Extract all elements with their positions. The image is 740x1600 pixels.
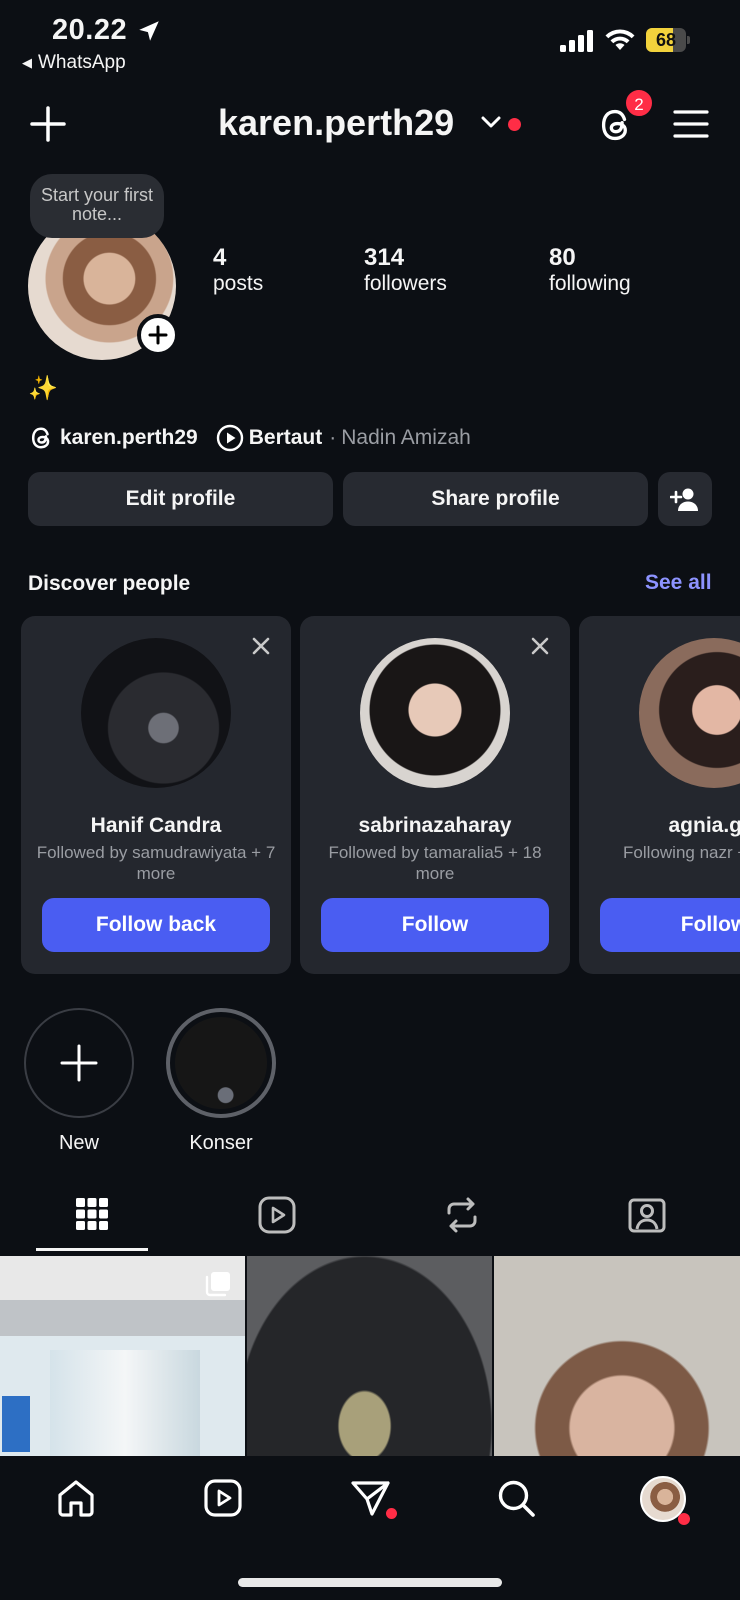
play-circle-icon[interactable] [216,424,244,452]
stat-label: following [549,272,631,295]
stat-label: posts [213,272,264,295]
battery-indicator: 68 [646,28,690,52]
edit-profile-button[interactable]: Edit profile [28,472,333,526]
music-song[interactable]: Bertaut [249,426,323,450]
highlight-label: New [58,1132,99,1154]
post-image-detail [50,1350,200,1456]
suggestion-avatar[interactable] [360,638,510,788]
nav-home[interactable] [56,1478,96,1518]
location-arrow-icon [139,21,159,41]
dismiss-icon[interactable] [249,634,273,658]
add-person-icon [670,488,698,511]
reels-icon [258,1196,296,1234]
back-triangle-icon: ◀ [22,55,32,70]
search-icon [498,1480,535,1517]
post-thumbnail[interactable] [247,1256,492,1456]
stat-followers[interactable]: 314 followers [364,244,447,296]
plus-icon [60,1044,98,1082]
tab-tagged[interactable] [628,1196,666,1234]
tab-reposts[interactable] [444,1196,480,1234]
profile-links-row: karen.perth29 Bertaut · Nadin Amizah [28,424,471,452]
threads-icon[interactable] [28,425,54,451]
music-artist[interactable]: Nadin Amizah [341,426,471,450]
threads-handle[interactable]: karen.perth29 [60,426,198,450]
stat-following[interactable]: 80 following [549,244,631,296]
chevron-down-icon[interactable] [480,114,502,130]
suggestion-name[interactable]: agnia.gia [579,814,740,838]
signal-icon [560,30,593,52]
discover-people-toggle[interactable] [658,472,712,526]
tagged-icon [628,1198,666,1233]
reels-icon [204,1479,242,1517]
suggestion-name[interactable]: Hanif Candra [21,814,291,838]
stat-value: 80 [549,244,576,271]
add-story-button[interactable] [137,314,179,356]
suggestion-card: Hanif Candra Followed by samudrawiyata +… [21,616,291,974]
back-to-app[interactable]: ◀ WhatsApp [22,52,126,74]
profile-notification-dot [678,1513,690,1525]
menu-icon[interactable] [672,108,710,140]
stat-value: 314 [364,244,405,271]
highlight-cover [175,1017,267,1109]
follow-button[interactable]: Follow [600,898,740,952]
post-grid [0,1256,740,1456]
highlight-new[interactable]: New [9,1008,149,1155]
tab-posts[interactable] [74,1196,110,1232]
suggestion-card: agnia.gia Following nazr + 2 more Follow [579,616,740,974]
suggestion-context: Followed by samudrawiyata + 7 more [36,843,276,883]
status-time: 20.22 [52,14,128,46]
highlight-circle [24,1008,134,1118]
music-separator: · [329,426,337,449]
reposts-icon [447,1197,477,1233]
plus-icon[interactable] [30,106,66,142]
account-status-dot [508,118,521,131]
post-thumbnail[interactable] [0,1256,245,1456]
stat-label: followers [364,272,447,295]
tab-reels[interactable] [258,1196,296,1234]
home-icon [58,1480,94,1517]
suggestion-name[interactable]: sabrinazaharay [300,814,570,838]
plus-icon [148,325,168,345]
nav-reels[interactable] [203,1478,243,1518]
back-app-label: WhatsApp [38,52,126,73]
follow-back-button[interactable]: Follow back [42,898,270,952]
username-title[interactable]: karen.perth29 [218,102,454,144]
home-indicator[interactable] [238,1578,502,1587]
wifi-icon [605,29,635,50]
battery-level: 68 [655,30,677,50]
suggestion-avatar[interactable] [81,638,231,788]
post-image-detail [2,1396,30,1452]
suggestion-context: Followed by tamaralia5 + 18 more [328,843,542,883]
messages-unread-dot [386,1508,397,1519]
notification-badge: 2 [624,88,654,118]
carousel-icon [205,1272,230,1297]
suggestion-avatar[interactable] [639,638,740,788]
highlight-circle [166,1008,276,1118]
stat-value: 4 [213,244,227,271]
dismiss-icon[interactable] [528,634,552,658]
grid-icon [76,1198,108,1230]
nav-search[interactable] [496,1478,536,1518]
highlight-label: Konser [189,1132,253,1154]
suggestion-context: Following nazr + 2 more [623,843,740,862]
follow-button[interactable]: Follow [321,898,549,952]
note-bubble[interactable]: Start your first note... [30,174,164,238]
discover-title: Discover people [28,572,191,595]
share-profile-button[interactable]: Share profile [343,472,648,526]
see-all-link[interactable]: See all [645,571,712,595]
stat-posts[interactable]: 4 posts [213,244,263,296]
bio-text: ✨ [28,375,58,402]
post-thumbnail[interactable] [494,1256,740,1456]
suggestion-carousel[interactable]: Hanif Candra Followed by samudrawiyata +… [0,616,740,974]
suggestion-card: sabrinazaharay Followed by tamaralia5 + … [300,616,570,974]
active-tab-indicator [36,1248,148,1251]
highlight-konser[interactable]: Konser [151,1008,291,1155]
